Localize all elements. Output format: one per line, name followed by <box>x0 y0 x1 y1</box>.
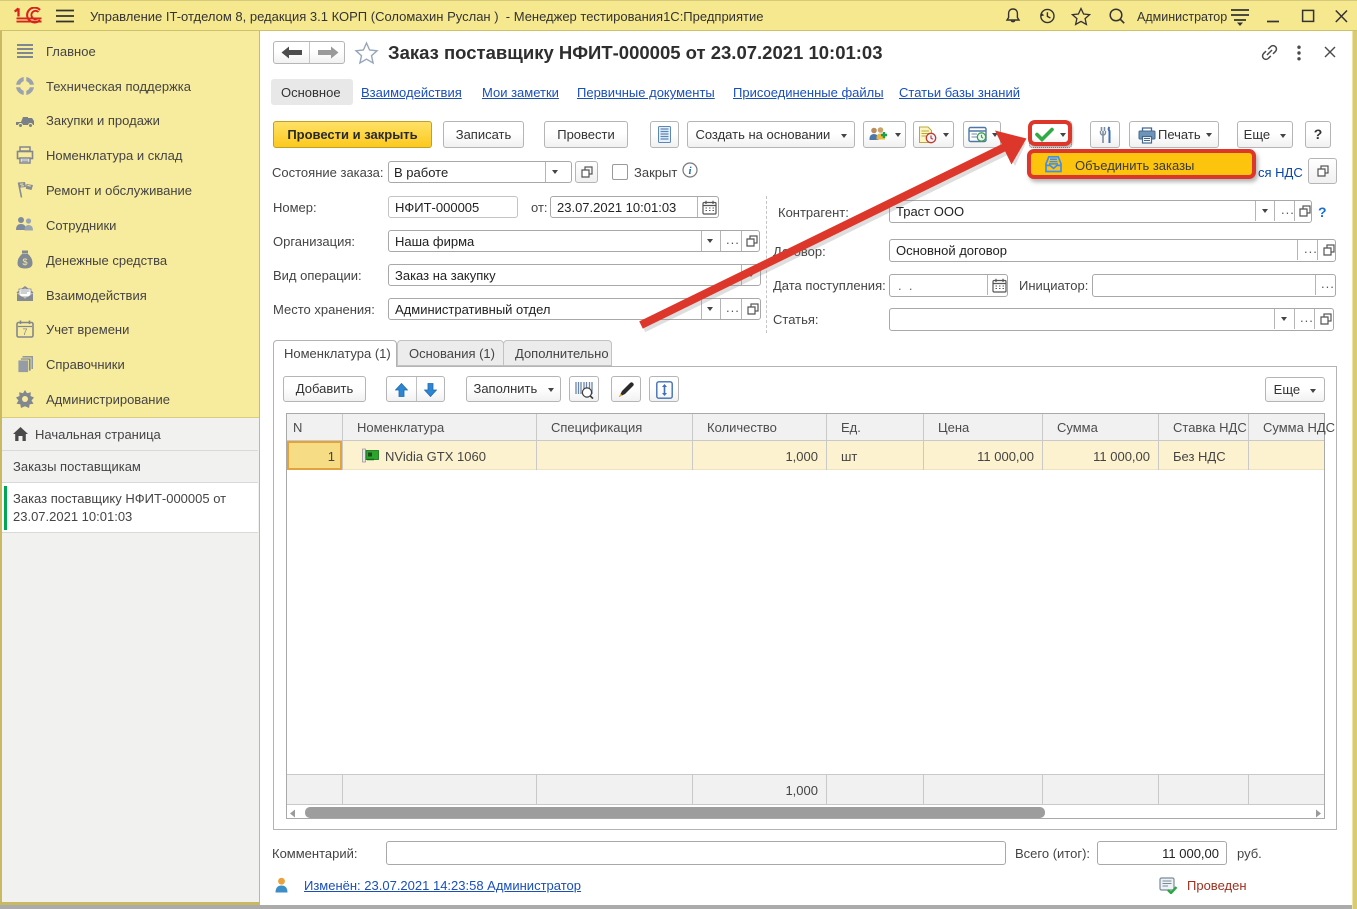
svg-text:7: 7 <box>22 327 27 337</box>
svg-text:$: $ <box>22 257 27 267</box>
